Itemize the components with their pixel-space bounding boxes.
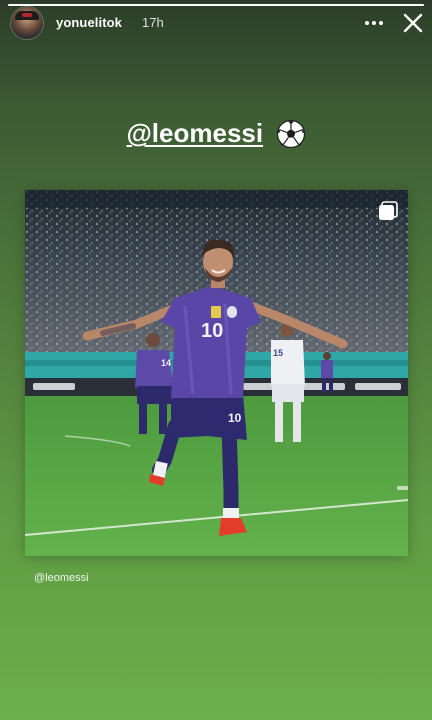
post-timestamp: 17h	[142, 15, 164, 30]
shared-post-caption[interactable]: @leomessi	[34, 572, 89, 584]
more-options-icon[interactable]	[362, 16, 386, 30]
player-shorts-number: 10	[228, 411, 242, 425]
story-viewer[interactable]: yonuelitok 17h @leomessi 14 15 10 10 @le…	[0, 0, 432, 720]
mention-sticker[interactable]: @leomessi	[0, 118, 432, 154]
opponent-jersey-number: 15	[273, 348, 283, 358]
author-username[interactable]: yonuelitok	[56, 15, 122, 30]
avatar-cap-logo	[22, 13, 32, 17]
soccer-ball-icon	[276, 119, 305, 148]
story-header: yonuelitok 17h	[0, 6, 432, 40]
close-icon[interactable]	[401, 11, 425, 35]
teammate-jersey-number: 14	[161, 358, 171, 368]
shared-post-photo: 14 15 10 10	[25, 190, 408, 556]
mention-sticker-text[interactable]: @leomessi	[126, 118, 263, 149]
player-jersey-number: 10	[201, 320, 223, 342]
avatar[interactable]	[11, 7, 43, 39]
shared-post-image[interactable]: 14 15 10 10	[25, 190, 408, 556]
